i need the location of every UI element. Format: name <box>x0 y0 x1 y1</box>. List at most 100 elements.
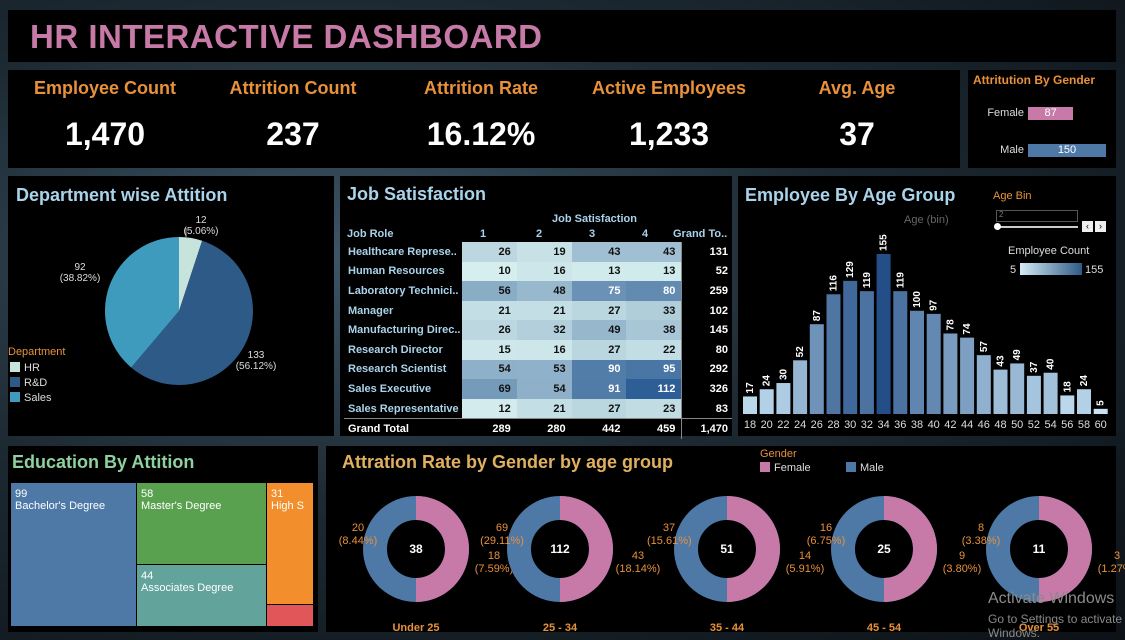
kpi-label: Avg. Age <box>818 78 896 98</box>
heat-cell[interactable]: 27 <box>571 398 627 419</box>
treemap-high-school[interactable]: 31 High S <box>267 483 313 604</box>
gender-donut[interactable]: 25 <box>831 496 941 606</box>
age-bar-50[interactable] <box>1010 363 1025 414</box>
gender-donut[interactable]: 38 <box>363 496 473 606</box>
age-bar-24[interactable] <box>793 360 808 414</box>
heat-cell[interactable]: 26 <box>461 320 517 340</box>
heat-cell[interactable]: 53 <box>516 359 572 380</box>
heat-cell[interactable]: 21 <box>461 300 517 321</box>
pct: (8.44%) <box>338 535 378 547</box>
age-bar-58[interactable] <box>1077 389 1091 414</box>
gender-label: Male <box>1000 144 1024 156</box>
heat-cell[interactable]: 112 <box>626 379 682 399</box>
value: 9 <box>958 550 966 562</box>
bar-value-label: 5 <box>1096 400 1107 406</box>
age-bar-18[interactable] <box>743 396 757 414</box>
heat-cell[interactable]: 21 <box>516 300 572 321</box>
age-bar-28[interactable] <box>826 294 841 414</box>
age-bar-60[interactable] <box>1093 408 1108 414</box>
legend-item-sales[interactable]: Sales <box>10 392 52 404</box>
age-bar-20[interactable] <box>759 389 774 414</box>
table-row[interactable]: Healthcare Represe.. 26 19 43 43 131 <box>344 242 732 262</box>
heat-cell[interactable]: 54 <box>516 379 572 399</box>
legend-item-rd[interactable]: R&D <box>10 377 47 389</box>
gender-bar-female[interactable]: 87 <box>1028 107 1074 120</box>
legend-item-male[interactable]: Male <box>846 462 884 474</box>
heat-cell[interactable]: 13 <box>571 261 627 282</box>
table-row[interactable]: Manager 21 21 27 33 102 <box>344 300 732 321</box>
heat-cell[interactable]: 54 <box>461 359 517 380</box>
treemap-associates[interactable]: 44 Associates Degree <box>137 565 266 626</box>
table-row[interactable]: Human Resources 10 16 13 13 52 <box>344 261 732 282</box>
gender-label: Female <box>987 107 1024 119</box>
heat-cell[interactable]: 10 <box>461 261 517 282</box>
heat-cell[interactable]: 22 <box>626 339 682 360</box>
heat-cell[interactable]: 43 <box>571 242 627 262</box>
age-bar-44[interactable] <box>960 337 975 414</box>
age-bar-36[interactable] <box>893 291 908 414</box>
treemap-other[interactable] <box>267 605 313 626</box>
heat-cell[interactable]: 91 <box>571 379 627 399</box>
panel-title: Job Satisfaction <box>347 184 487 204</box>
heat-cell[interactable]: 19 <box>516 242 572 262</box>
age-bar-52[interactable] <box>1026 375 1041 414</box>
heat-cell[interactable]: 23 <box>626 398 682 419</box>
attrition-by-gender-panel: Attritution By Gender Female 87 Male 150 <box>968 70 1116 168</box>
gender-bar-male[interactable]: 150 <box>1028 144 1106 157</box>
heat-cell[interactable]: 48 <box>516 281 572 301</box>
age-bar-46[interactable] <box>976 355 991 414</box>
heat-cell[interactable]: 90 <box>571 359 627 380</box>
heat-cell[interactable]: 26 <box>461 242 517 262</box>
age-bar-42[interactable] <box>943 333 958 414</box>
legend-item-female[interactable]: Female <box>760 462 811 474</box>
heat-cell[interactable]: 27 <box>571 300 627 321</box>
heat-cell[interactable]: 80 <box>626 281 682 301</box>
table-row[interactable]: Research Director 15 16 27 22 80 <box>344 339 732 360</box>
heat-cell[interactable]: 69 <box>461 379 517 399</box>
bar-value-label: 49 <box>1012 349 1023 361</box>
treemap-bachelors[interactable]: 99 Bachelor's Degree <box>11 483 136 626</box>
heat-cell[interactable]: 49 <box>571 320 627 340</box>
heat-cell[interactable]: 33 <box>626 300 682 321</box>
heat-cell[interactable]: 56 <box>461 281 517 301</box>
table-row[interactable]: Laboratory Technici.. 56 48 75 80 259 <box>344 281 732 301</box>
age-bar-48[interactable] <box>993 369 1008 414</box>
age-bar-54[interactable] <box>1043 372 1058 414</box>
age-bar-26[interactable] <box>809 324 824 414</box>
heat-cell[interactable]: 27 <box>571 339 627 360</box>
slice-value: 12 <box>195 215 207 226</box>
heat-cell[interactable]: 13 <box>626 261 682 282</box>
table-row[interactable]: Sales Executive 69 54 91 112 326 <box>344 379 732 399</box>
heat-cell[interactable]: 95 <box>626 359 682 380</box>
age-bar-32[interactable] <box>859 291 874 414</box>
heat-cell[interactable]: 32 <box>516 320 572 340</box>
treemap-masters[interactable]: 58 Master's Degree <box>137 483 266 564</box>
column-group-header: Job Satisfaction <box>552 213 637 225</box>
age-bar-34[interactable] <box>876 254 891 414</box>
age-bar-22[interactable] <box>776 383 791 414</box>
x-tick-label: 22 <box>777 419 789 431</box>
x-tick-label: 42 <box>944 419 956 431</box>
heat-cell[interactable]: 38 <box>626 320 682 340</box>
age-bar-38[interactable] <box>910 310 924 414</box>
heat-cell[interactable]: 16 <box>516 339 572 360</box>
x-tick-label: 34 <box>877 419 889 431</box>
heat-cell[interactable]: 16 <box>516 261 572 282</box>
x-tick-label: 30 <box>844 419 856 431</box>
gender-donut[interactable]: 112 <box>507 496 617 606</box>
gender-donut[interactable]: 51 <box>674 496 784 606</box>
heat-cell[interactable]: 43 <box>626 242 682 262</box>
age-bar-30[interactable] <box>843 280 858 414</box>
age-bar-56[interactable] <box>1060 395 1075 414</box>
job-role: Sales Executive <box>348 382 432 395</box>
age-bar-40[interactable] <box>926 313 941 414</box>
heat-cell[interactable]: 15 <box>461 339 517 360</box>
job-satisfaction-table: Healthcare Represe.. 26 19 43 43 131 Human Res… <box>344 242 732 439</box>
heat-cell[interactable]: 21 <box>516 398 572 419</box>
heat-cell[interactable]: 12 <box>461 398 517 419</box>
table-row[interactable]: Sales Representative 12 21 27 23 83 <box>344 398 732 419</box>
table-row[interactable]: Research Scientist 54 53 90 95 292 <box>344 359 732 380</box>
legend-item-hr[interactable]: HR <box>10 362 40 374</box>
table-row[interactable]: Manufacturing Direc.. 26 32 49 38 145 <box>344 320 732 340</box>
heat-cell[interactable]: 75 <box>571 281 627 301</box>
